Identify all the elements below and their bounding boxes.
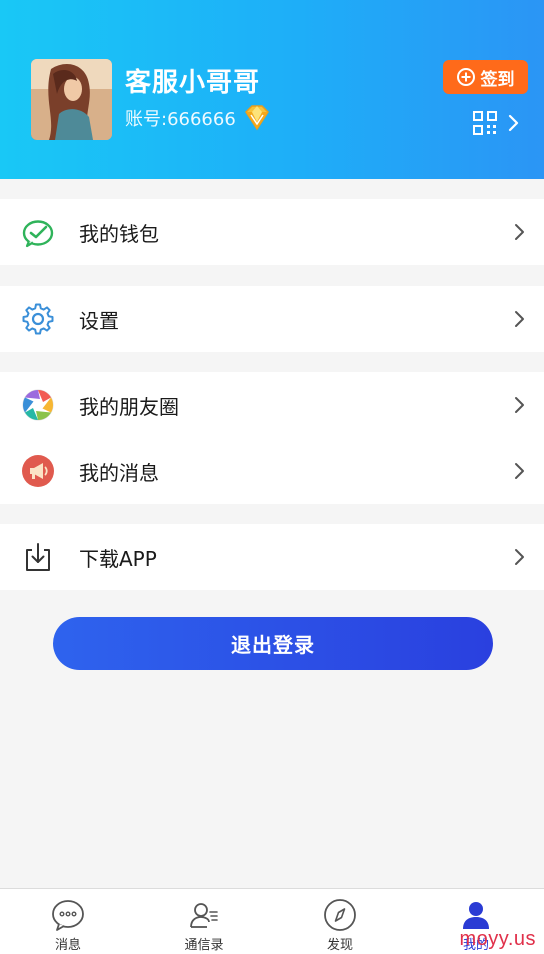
menu-item-messages[interactable]: 我的消息: [0, 438, 544, 504]
compass-icon: [323, 898, 357, 932]
qr-code-icon: [473, 111, 497, 135]
chevron-right-icon: [514, 547, 526, 567]
tab-messages[interactable]: 消息: [0, 889, 136, 954]
logout-button[interactable]: 退出登录: [53, 617, 493, 670]
menu-label-download: 下载APP: [79, 546, 157, 571]
watermark-text: moyy.us: [459, 928, 536, 950]
person-icon: [459, 898, 493, 932]
menu-section-settings: 设置: [0, 286, 544, 352]
menu-item-wallet[interactable]: 我的钱包: [0, 199, 544, 265]
tab-discover[interactable]: 发现: [272, 889, 408, 954]
chevron-right-icon: [514, 309, 526, 329]
chevron-right-icon: [514, 461, 526, 481]
menu-label-messages: 我的消息: [79, 460, 159, 485]
menu-label-wallet: 我的钱包: [79, 221, 159, 246]
menu-label-moments: 我的朋友圈: [79, 394, 179, 419]
account-id: 账号:666666: [125, 109, 236, 130]
checkin-label: 签到: [480, 69, 515, 90]
tab-label-messages: 消息: [54, 938, 81, 953]
settings-gear-icon: [21, 302, 55, 336]
plus-circle-icon: [456, 68, 475, 86]
menu-item-settings[interactable]: 设置: [0, 286, 544, 352]
tab-contacts[interactable]: 通信录: [136, 889, 272, 954]
qr-code-link[interactable]: [472, 108, 520, 138]
avatar[interactable]: [31, 59, 112, 140]
wallet-icon: [21, 215, 55, 249]
contacts-icon: [187, 898, 221, 932]
download-icon: [21, 540, 55, 574]
tab-label-contacts: 通信录: [184, 938, 224, 953]
menu-item-download[interactable]: 下载APP: [0, 524, 544, 590]
moments-icon: [21, 388, 55, 422]
menu-label-settings: 设置: [79, 308, 119, 333]
menu-section-download: 下载APP: [0, 524, 544, 590]
megaphone-icon: [21, 454, 55, 488]
account-row: 账号:666666: [125, 102, 272, 134]
profile-header: 客服小哥哥 账号:666666 签到: [0, 0, 544, 179]
chevron-right-icon: [514, 395, 526, 415]
checkin-button[interactable]: 签到: [443, 60, 528, 94]
menu-item-moments[interactable]: 我的朋友圈: [0, 372, 544, 438]
tab-label-discover: 发现: [326, 938, 353, 953]
avatar-photo: [31, 59, 112, 140]
menu-section-wallet: 我的钱包: [0, 199, 544, 265]
chat-bubble-icon: [51, 898, 85, 932]
chevron-right-icon: [508, 114, 519, 132]
profile-name: 客服小哥哥: [125, 68, 261, 98]
menu-section-social: 我的朋友圈 我的消息: [0, 372, 544, 504]
diamond-icon: [244, 105, 269, 131]
chevron-right-icon: [514, 222, 526, 242]
